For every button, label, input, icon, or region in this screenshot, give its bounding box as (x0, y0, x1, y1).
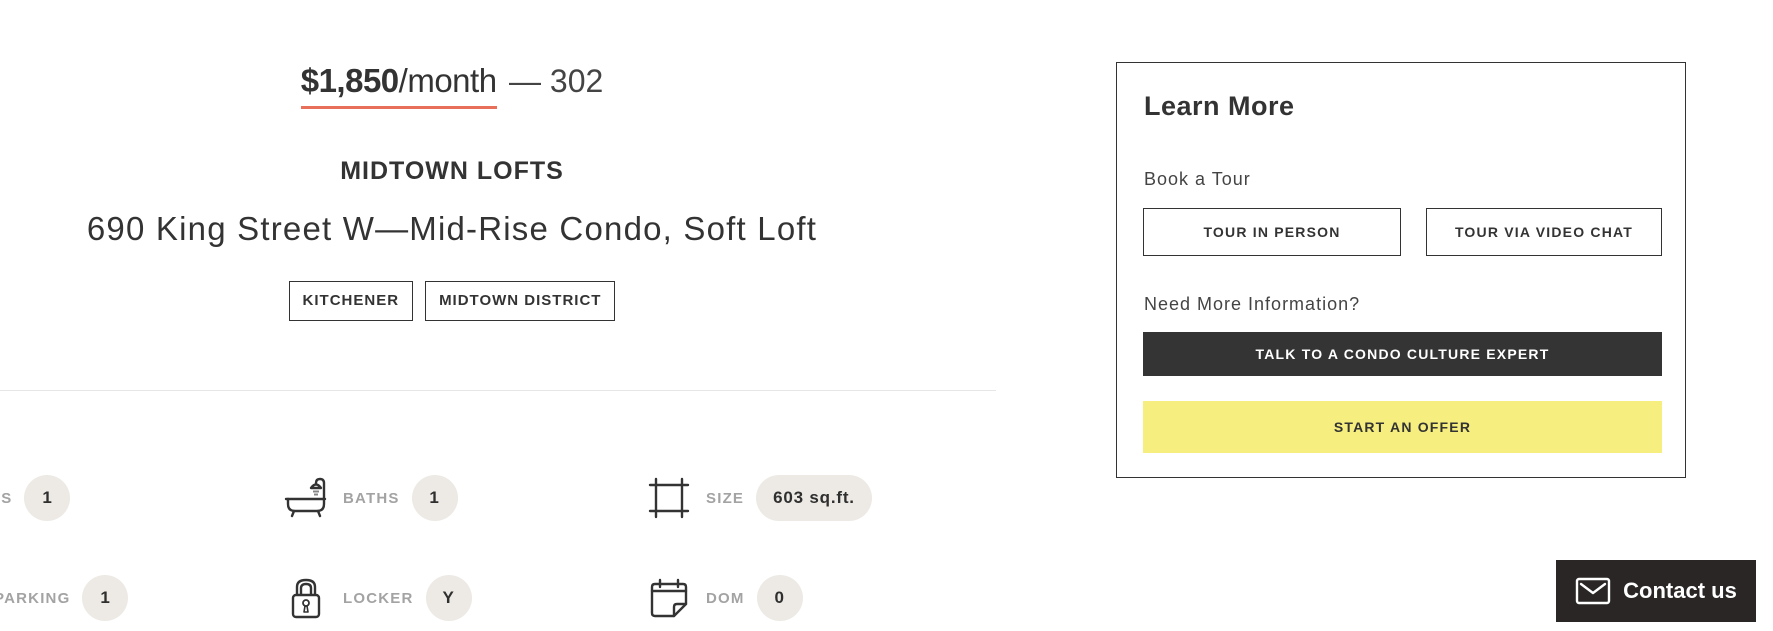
stat-label: BATHS (343, 489, 400, 507)
tour-video-chat-button[interactable]: TOUR VIA VIDEO CHAT (1426, 208, 1662, 256)
start-offer-button[interactable]: START AN OFFER (1143, 401, 1662, 453)
stat-label: PARKING (0, 589, 71, 607)
listing-price: $1,850/month (300, 62, 497, 109)
building-name: MIDTOWN LOFTS (340, 157, 564, 185)
section-divider (0, 390, 996, 391)
stat-label: SIZE (706, 489, 745, 507)
unit-number-value: 302 (549, 63, 604, 99)
address-line: 690 King Street W—Mid-Rise Condo, Soft L… (86, 210, 818, 247)
tag-district[interactable]: MIDTOWN DISTRICT (425, 281, 616, 321)
stat-parking: PARKING 1 (0, 575, 129, 621)
stat-label: DOM (706, 589, 745, 607)
padlock-icon (283, 575, 329, 621)
unit-number: — 302 (509, 63, 603, 99)
calendar-icon (646, 575, 692, 621)
book-tour-label: Book a Tour (1144, 169, 1251, 189)
price-separator: — (509, 63, 541, 99)
stat-value-pill: 1 (411, 475, 458, 521)
stat-size: SIZE 603 sq.ft. (646, 475, 872, 521)
stat-dom: DOM 0 (646, 575, 803, 621)
size-frame-icon (646, 475, 692, 521)
stat-beds: BEDS 1 (0, 475, 71, 521)
envelope-icon (1575, 577, 1611, 605)
stat-value-pill: 0 (756, 575, 803, 621)
location-tags: KITCHENER MIDTOWN DISTRICT (0, 281, 904, 321)
tag-city[interactable]: KITCHENER (288, 281, 414, 321)
contact-us-button[interactable]: Contact us (1556, 560, 1756, 622)
contact-us-label: Contact us (1623, 578, 1737, 603)
stat-locker: LOCKER Y (283, 575, 472, 621)
stat-baths: BATHS 1 (283, 475, 458, 521)
stat-value-pill: 1 (24, 475, 71, 521)
stat-label: LOCKER (343, 589, 414, 607)
learn-more-card: Learn More Book a Tour TOUR IN PERSON TO… (1116, 62, 1686, 478)
tour-in-person-button[interactable]: TOUR IN PERSON (1143, 208, 1401, 256)
learn-more-title: Learn More (1144, 91, 1295, 121)
stat-value-pill: 1 (82, 575, 129, 621)
price-row: $1,850/month — 302 (0, 62, 904, 109)
price-period: /month (398, 62, 497, 99)
stat-label: BEDS (0, 489, 13, 507)
need-info-label: Need More Information? (1144, 294, 1361, 314)
stat-value-pill: Y (425, 575, 472, 621)
bathtub-icon (283, 475, 329, 521)
price-amount: $1,850 (300, 62, 399, 99)
stat-value-pill: 603 sq.ft. (756, 475, 872, 521)
talk-to-expert-button[interactable]: TALK TO A CONDO CULTURE EXPERT (1143, 332, 1662, 376)
